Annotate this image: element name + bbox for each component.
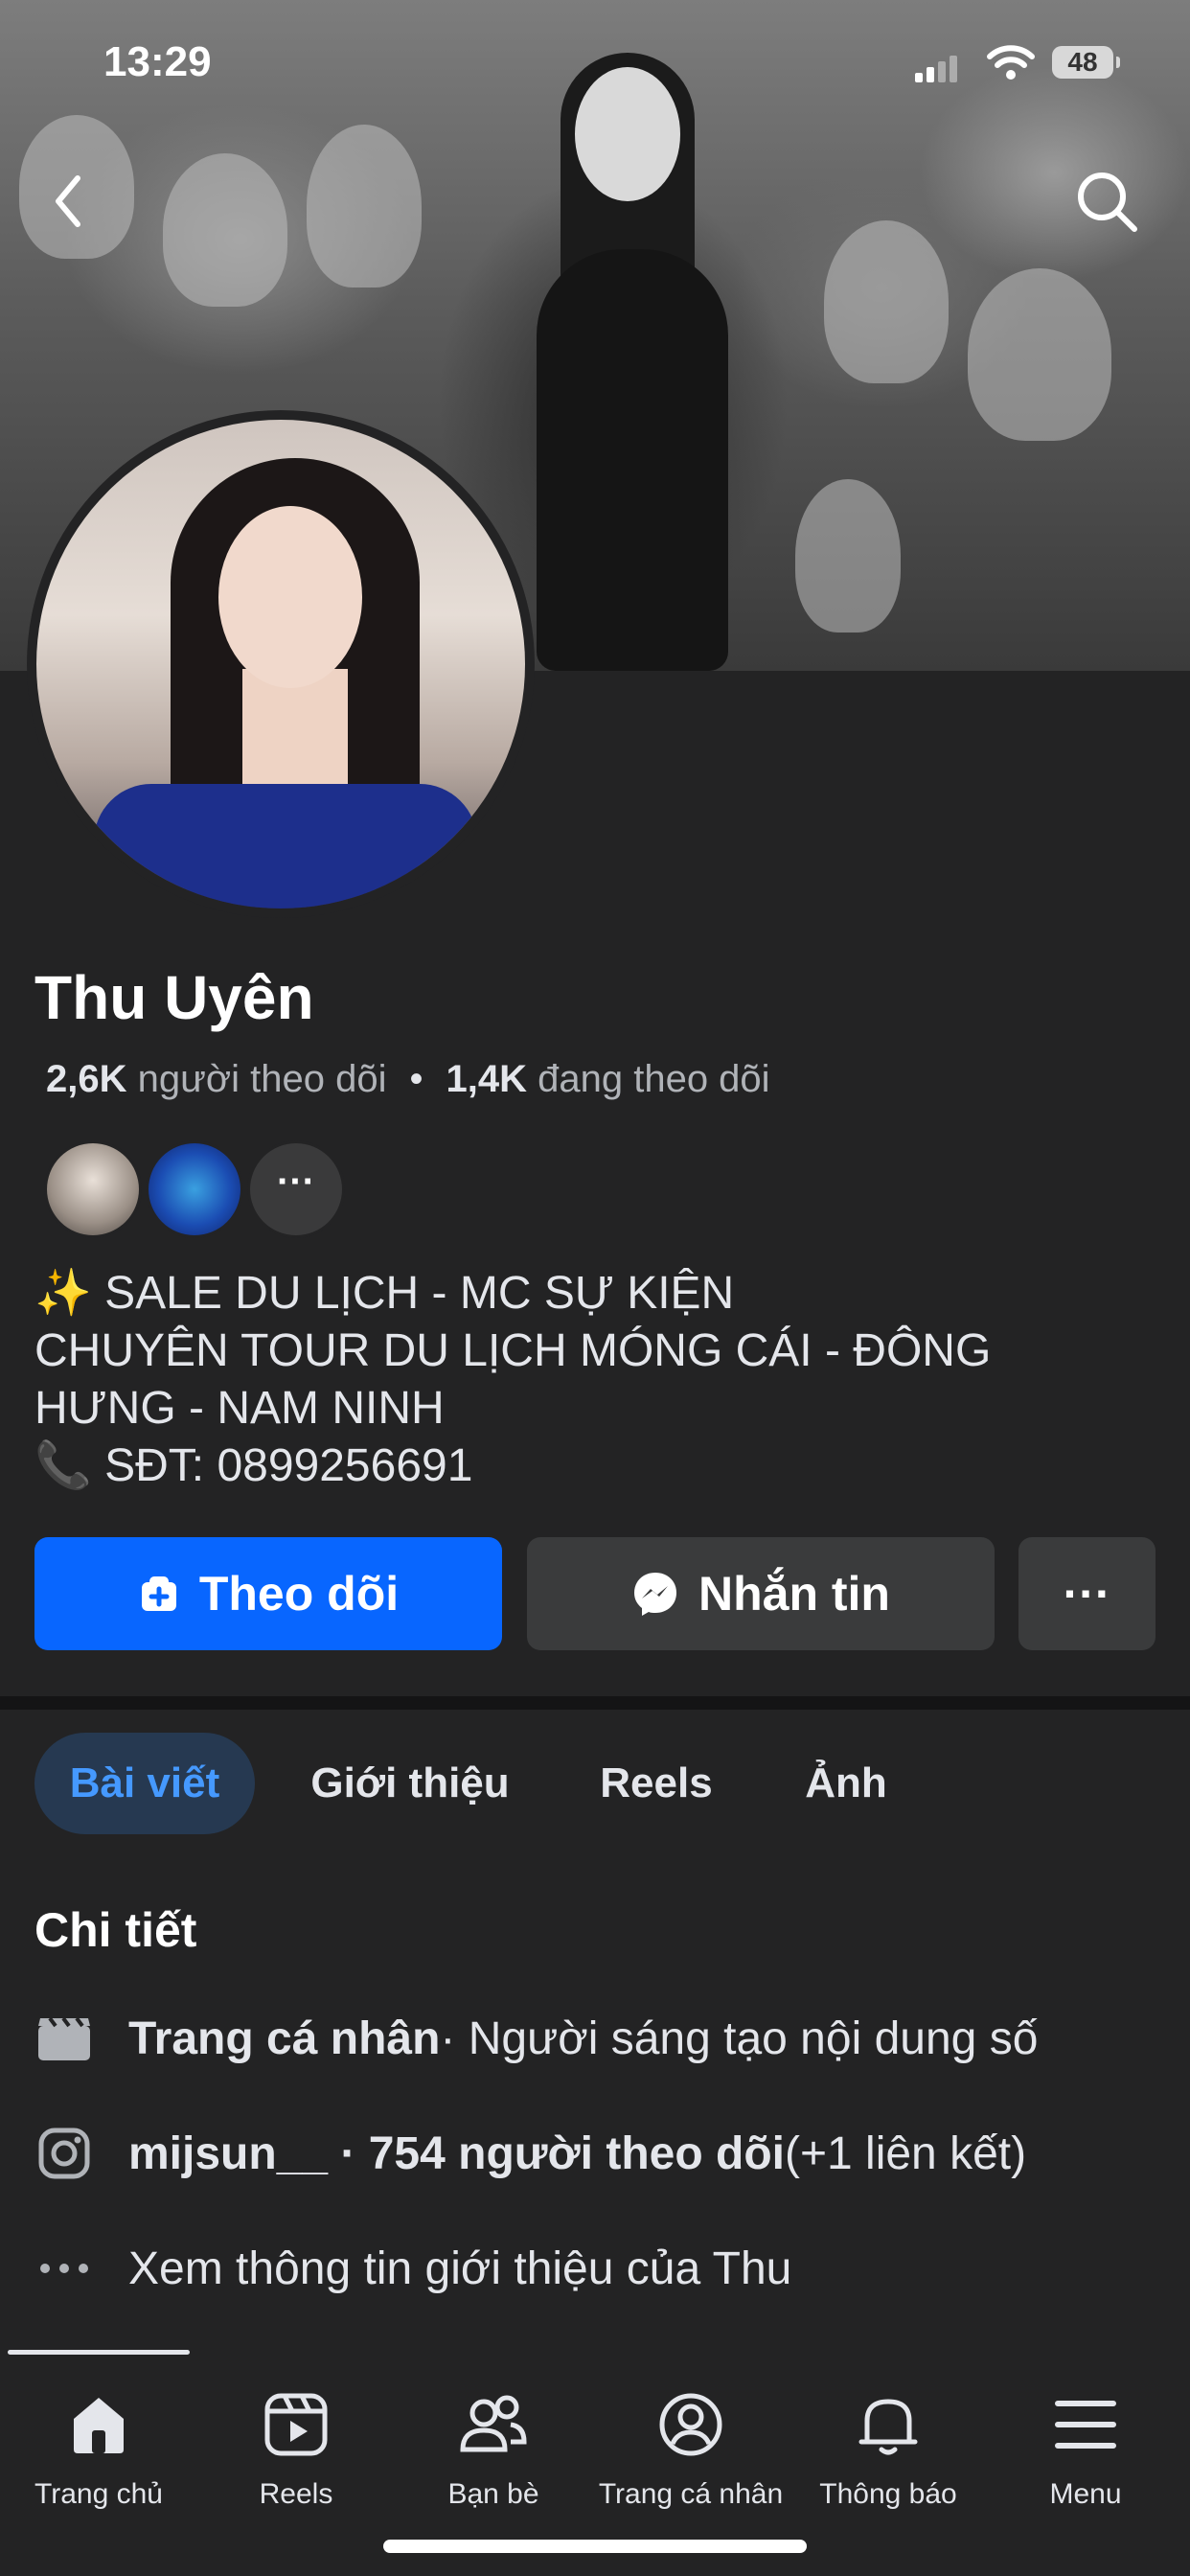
status-time: 13:29 [103,38,212,85]
messenger-icon [631,1570,679,1618]
bio-line: ✨ SALE DU LỊCH - MC SỰ KIỆN [34,1268,735,1319]
follow-label: Theo dõi [198,1567,400,1621]
tab-about[interactable]: Giới thiệu [297,1733,523,1834]
profile-name: Thu Uyên [34,963,314,1032]
bell-icon [790,2377,987,2472]
more-mutuals[interactable]: ··· [247,1140,345,1238]
more-options-button[interactable]: ··· [1018,1537,1156,1650]
cellular-signal-icon [915,56,961,82]
nav-menu[interactable]: Menu [987,2377,1184,2511]
profile-icon [592,2377,790,2472]
message-label: Nhắn tin [698,1567,890,1621]
follow-button[interactable]: Theo dõi [34,1537,502,1650]
tab-reels[interactable]: Reels [584,1733,728,1834]
reels-icon [197,2377,395,2472]
tab-photos[interactable]: Ảnh [786,1733,906,1834]
following-link[interactable]: 1,4K đang theo dõi [446,1058,769,1100]
message-button[interactable]: Nhắn tin [527,1537,995,1650]
home-icon [0,2377,197,2472]
bio-line: CHUYÊN TOUR DU LỊCH MÓNG CÁI - ĐÔNG [34,1325,992,1376]
nav-notifications[interactable]: Thông báo [790,2377,987,2511]
nav-profile[interactable]: Trang cá nhân [592,2377,790,2511]
detail-profile-type: Trang cá nhân · Người sáng tạo nội dung … [34,2005,1038,2072]
status-bar: 13:29 48 [0,38,1190,96]
see-about-info-link[interactable]: Xem thông tin giới thiệu của Thu [34,2235,791,2302]
back-button[interactable] [34,168,102,235]
hamburger-menu-icon [987,2377,1184,2472]
bio-line: HƯNG - NAM NINH [34,1383,445,1434]
wifi-icon [987,44,1035,85]
friends-icon [395,2377,592,2472]
profile-bio: ✨ SALE DU LỊCH - MC SỰ KIỆN CHUYÊN TOUR … [34,1265,1156,1495]
instagram-icon [34,2124,94,2183]
search-icon [1078,172,1137,232]
follow-icon [138,1573,180,1615]
nav-friends[interactable]: Bạn bè [395,2377,592,2511]
home-indicator[interactable] [383,2540,807,2553]
mutual-avatar[interactable] [146,1140,243,1238]
active-tab-indicator [8,2350,190,2355]
mutual-avatar[interactable] [44,1140,142,1238]
section-divider [0,1696,1190,1710]
battery-indicator: 48 [1052,46,1120,79]
nav-home[interactable]: Trang chủ [0,2377,197,2511]
detail-instagram[interactable]: mijsun__ · 754 người theo dõi (+1 liên k… [34,2120,1026,2187]
clapperboard-icon [34,2009,94,2068]
followers-link[interactable]: 2,6K người theo dõi [46,1058,386,1100]
chevron-left-icon [56,175,80,227]
bio-line: 📞 SĐT: 0899256691 [34,1440,473,1491]
search-button[interactable] [1073,168,1140,235]
tab-posts[interactable]: Bài viết [34,1733,255,1834]
profile-stats: 2,6K người theo dõi • 1,4K đang theo dõi [46,1058,770,1100]
nav-reels[interactable]: Reels [197,2377,395,2511]
profile-avatar[interactable] [27,410,535,918]
ellipsis-icon [34,2239,94,2298]
details-heading: Chi tiết [34,1903,197,1957]
